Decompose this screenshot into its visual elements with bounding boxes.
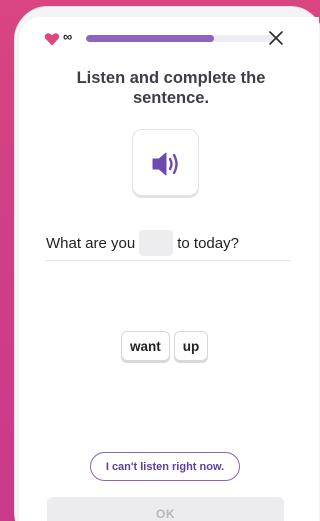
word-bank: want up [121, 331, 209, 361]
answer-blank[interactable] [139, 230, 174, 256]
heart-icon [44, 33, 60, 46]
cant-listen-button[interactable]: I can't listen right now. [90, 452, 240, 481]
close-icon[interactable] [264, 26, 288, 50]
play-audio-button[interactable] [132, 129, 199, 196]
lives-infinity-label: ∞ [63, 29, 73, 44]
sentence-line: What are you to today? [46, 227, 286, 259]
lesson-progress-bar [86, 35, 274, 42]
word-choice-want[interactable]: want [121, 331, 170, 361]
ok-button[interactable]: OK [47, 497, 284, 521]
sentence-text-before: What are you [46, 234, 136, 252]
lesson-screen: ∞ Listen and complete the sentence. What… [19, 17, 319, 521]
speaker-icon [152, 152, 178, 176]
lesson-topbar: ∞ [19, 17, 319, 61]
sentence-divider [46, 260, 290, 261]
word-choice-up[interactable]: up [173, 331, 209, 361]
exercise-title: Listen and complete the sentence. [76, 69, 266, 107]
sentence-text-after: to today? [177, 234, 239, 252]
lesson-progress-fill [86, 35, 214, 42]
